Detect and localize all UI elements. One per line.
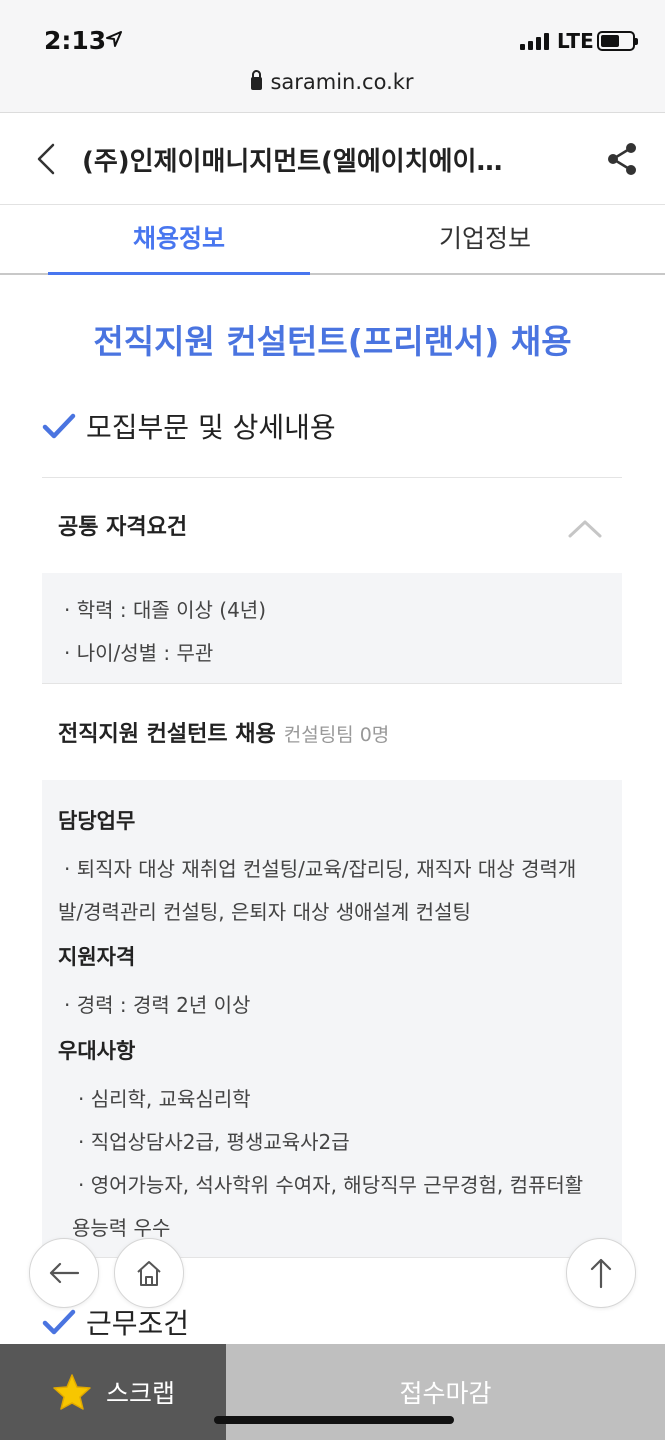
duties-heading: 담당업무 [58,809,136,833]
browser-top-bar: 2:13 LTE saramin.co.kr [0,0,665,113]
scroll-top-fab-button[interactable] [566,1238,636,1308]
check-icon [42,1309,76,1335]
qualification-heading: 지원자격 [58,945,136,969]
bottom-action-bar: 스크랩 접수마감 [0,1344,665,1440]
battery-icon [597,31,638,51]
position-team: 컨설팅팀 0명 [283,724,390,746]
duties-line-2: 발/경력관리 컨설팅, 은퇴자 대상 생애설계 컨설팅 [58,900,471,924]
preference-line-4: 용능력 우수 [72,1216,171,1240]
back-icon[interactable] [28,139,68,179]
status-time: 2:13 [44,26,107,55]
job-title: 전직지원 컨설턴트(프리랜서) 채용 [93,322,572,361]
scrap-button[interactable]: 스크랩 [0,1344,226,1440]
divider [42,477,622,478]
preference-line-1: · 심리학, 교육심리학 [78,1087,251,1111]
company-name: (주)인제이매니지먼트(엘에이치에이… [82,147,503,177]
star-icon [53,1374,91,1410]
tab-bar: 채용정보 기업정보 [0,205,665,275]
common-requirements-title: 공통 자격요건 [58,515,188,540]
tab-active-indicator [48,272,310,275]
home-icon [137,1261,161,1286]
home-indicator [214,1416,454,1424]
section-work-label: 근무조건 [86,1307,190,1340]
location-arrow-icon [106,31,122,47]
url-text: saramin.co.kr [270,70,414,94]
url-bar[interactable]: saramin.co.kr [0,70,665,94]
network-label: LTE [557,29,594,53]
section-recruit-heading: 모집부문 및 상세내용 [42,406,336,446]
closed-label: 접수마감 [399,1379,492,1408]
section-work-heading: 근무조건 [42,1302,189,1342]
duties-line-1: · 퇴직자 대상 재취업 컨설팅/교육/잡리딩, 재직자 대상 경력개 [64,857,577,881]
scrap-label: 스크랩 [106,1379,176,1408]
home-fab-button[interactable] [114,1238,184,1308]
requirement-age-gender: · 나이/성별 : 무관 [64,641,214,665]
share-icon[interactable] [604,141,640,177]
position-name: 전직지원 컨설턴트 채용 [58,722,276,747]
divider [42,683,622,684]
check-icon [42,413,76,439]
application-closed-button[interactable]: 접수마감 [226,1344,665,1440]
section-recruit-label: 모집부문 및 상세내용 [86,411,336,444]
requirement-education: · 학력 : 대졸 이상 (4년) [64,598,267,622]
preference-line-3: · 영어가능자, 석사학위 수여자, 해당직무 근무경험, 컴퓨터활 [78,1173,584,1197]
arrow-up-icon [590,1258,612,1289]
arrow-left-icon [49,1262,80,1284]
page-header: (주)인제이매니지먼트(엘에이치에이… [0,113,665,205]
back-fab-button[interactable] [29,1238,99,1308]
preference-heading: 우대사항 [58,1039,136,1063]
lock-icon [251,70,263,90]
tab-company-info[interactable]: 기업정보 [354,219,616,255]
position-title: 전직지원 컨설턴트 채용 컨설팅팀 0명 [58,716,389,748]
preference-line-2: · 직업상담사2급, 평생교육사2급 [78,1130,350,1154]
qualification-line-1: · 경력 : 경력 2년 이상 [64,993,251,1017]
tab-recruit-info[interactable]: 채용정보 [48,219,310,255]
signal-icon [520,32,549,50]
common-requirements-box [42,573,622,683]
chevron-up-icon[interactable] [566,516,604,540]
